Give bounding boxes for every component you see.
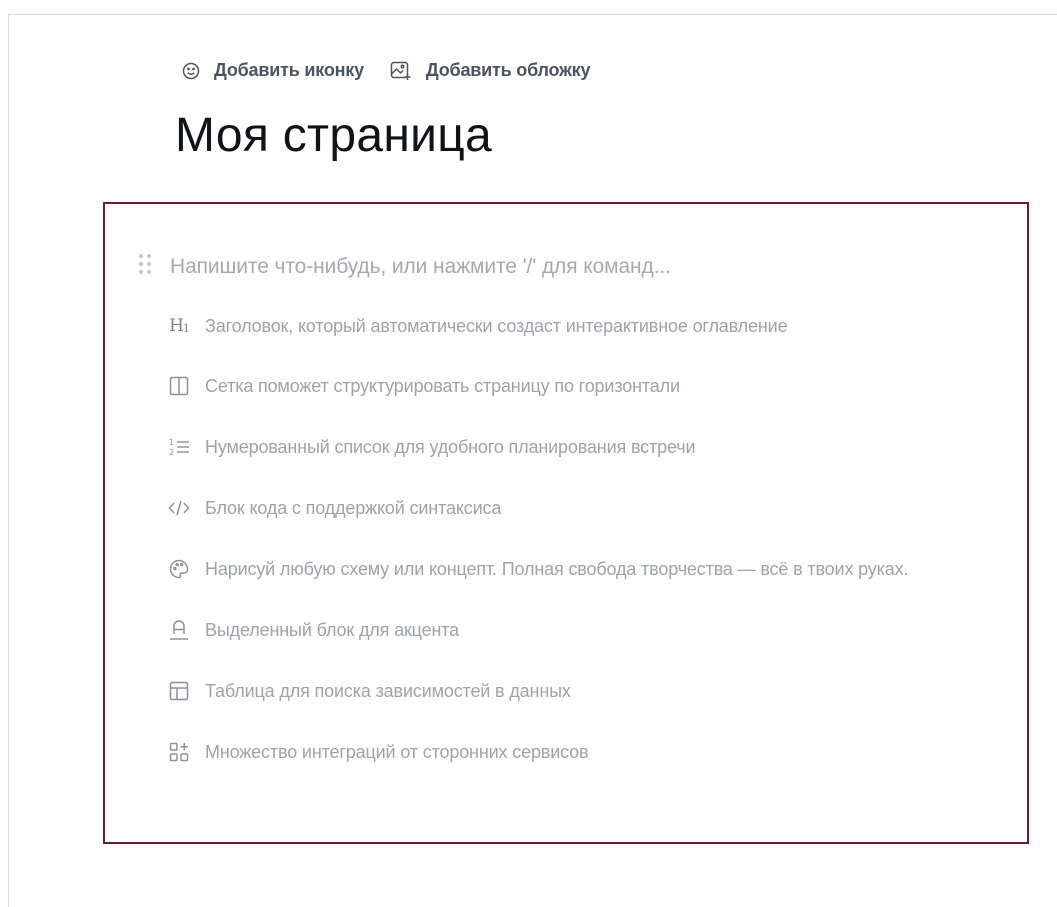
numbered-list-icon: 1 2 (167, 435, 191, 459)
add-icon-label: Добавить иконку (214, 60, 364, 80)
add-cover-label: Добавить обложку (425, 60, 591, 80)
hint-numbered-list: 1 2 Нумерованный список для удобного пла… (167, 435, 696, 459)
window-top-border (8, 14, 1057, 15)
integrations-icon (167, 740, 191, 764)
drag-handle-icon[interactable] (139, 254, 151, 276)
hint-text: Множество интеграций от сторонних сервис… (205, 741, 589, 762)
hint-integrations: Множество интеграций от сторонних сервис… (167, 740, 589, 764)
hint-text: Нарисуй любую схему или концепт. Полная … (205, 558, 909, 579)
window-left-border (8, 14, 9, 907)
hint-text: Нумерованный список для удобного планиро… (205, 436, 696, 457)
image-add-icon (390, 61, 412, 81)
code-icon (167, 496, 191, 520)
page-header-actions: Добавить иконку Добавить обложку (182, 60, 590, 81)
editor-placeholder-input[interactable]: Напишите что-нибудь, или нажмите '/' для… (170, 255, 671, 279)
hint-table: Таблица для поиска зависимостей в данных (167, 679, 571, 703)
hint-heading: H1 Заголовок, который автоматически созд… (167, 314, 788, 338)
columns-icon (167, 374, 191, 398)
hint-highlight: Выделенный блок для акцента (167, 618, 459, 642)
hint-text: Блок кода с поддержкой синтаксиса (205, 497, 502, 518)
hint-text: Выделенный блок для акцента (205, 619, 460, 640)
svg-text:1: 1 (169, 438, 174, 447)
hint-text: Таблица для поиска зависимостей в данных (205, 680, 571, 701)
palette-icon (167, 557, 191, 581)
highlight-icon (167, 618, 191, 642)
hint-columns: Сетка поможет структурировать страницу п… (167, 374, 680, 398)
heading-icon: H1 (169, 316, 190, 336)
page-title[interactable]: Моя страница (175, 108, 492, 163)
table-icon (167, 679, 191, 703)
editor-page: Добавить иконку Добавить обложку Моя стр… (0, 0, 1057, 907)
svg-text:2: 2 (169, 448, 174, 457)
hint-text: Заголовок, который автоматически создаст… (205, 315, 788, 336)
smiley-icon (182, 62, 200, 80)
add-cover-button[interactable]: Добавить обложку (390, 60, 590, 81)
hint-code: Блок кода с поддержкой синтаксиса (167, 496, 501, 520)
add-icon-button[interactable]: Добавить иконку (182, 60, 364, 81)
hint-text: Сетка поможет структурировать страницу п… (205, 375, 680, 396)
hint-drawing: Нарисуй любую схему или концепт. Полная … (167, 557, 908, 581)
